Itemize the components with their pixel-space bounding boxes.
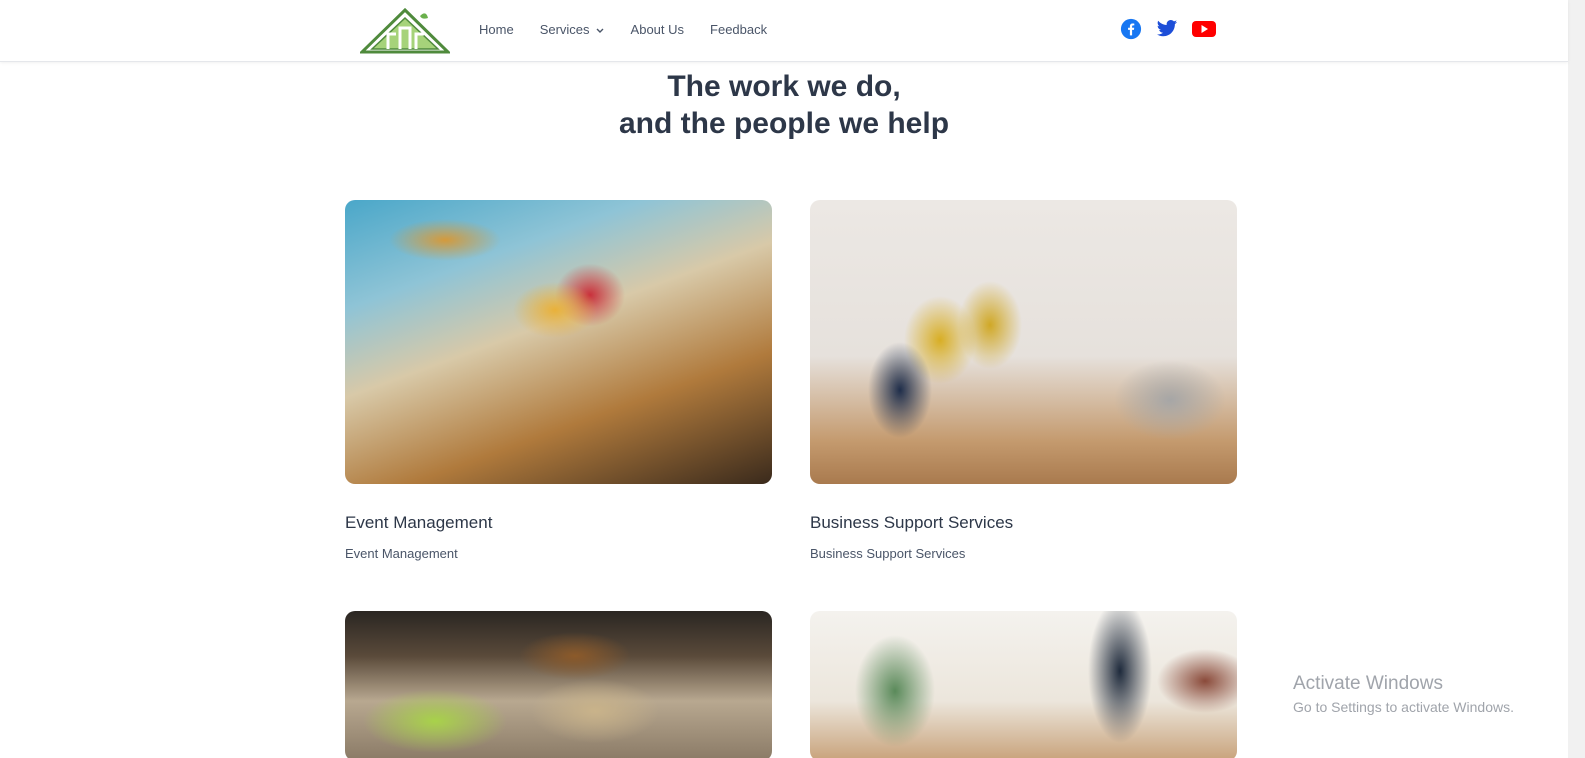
nav-services-label: Services	[539, 22, 590, 37]
page-title: The work we do, and the people we help	[0, 68, 1568, 142]
site-header: Home Services About Us Feedback	[0, 0, 1568, 62]
pyramid-logo-icon[interactable]	[360, 8, 450, 54]
cleaning-image[interactable]	[810, 611, 1237, 758]
business-support-subtitle: Business Support Services	[810, 546, 966, 561]
watermark-line2: Go to Settings to activate Windows.	[1293, 699, 1514, 715]
event-management-image[interactable]	[345, 200, 772, 484]
windows-activation-watermark: Activate Windows Go to Settings to activ…	[1293, 673, 1514, 715]
catering-image[interactable]	[345, 611, 772, 758]
nav-services[interactable]: Services	[540, 22, 605, 37]
nav-about-us[interactable]: About Us	[631, 22, 684, 37]
main-nav: Home Services About Us Feedback	[479, 22, 767, 37]
chevron-down-icon	[596, 28, 604, 33]
page-title-line1: The work we do,	[667, 70, 901, 103]
event-management-subtitle: Event Management	[345, 546, 458, 561]
nav-home[interactable]: Home	[479, 22, 514, 37]
page-title-line2: and the people we help	[618, 107, 950, 140]
youtube-icon[interactable]	[1192, 20, 1216, 38]
page-scrollbar[interactable]	[1568, 0, 1585, 758]
social-links	[1120, 18, 1216, 40]
nav-feedback[interactable]: Feedback	[710, 22, 767, 37]
business-support-image[interactable]	[810, 200, 1237, 484]
business-support-title[interactable]: Business Support Services	[810, 513, 1013, 533]
facebook-icon[interactable]	[1120, 18, 1142, 40]
watermark-line1: Activate Windows	[1293, 673, 1443, 694]
twitter-icon[interactable]	[1156, 19, 1178, 39]
event-management-title[interactable]: Event Management	[345, 513, 492, 533]
